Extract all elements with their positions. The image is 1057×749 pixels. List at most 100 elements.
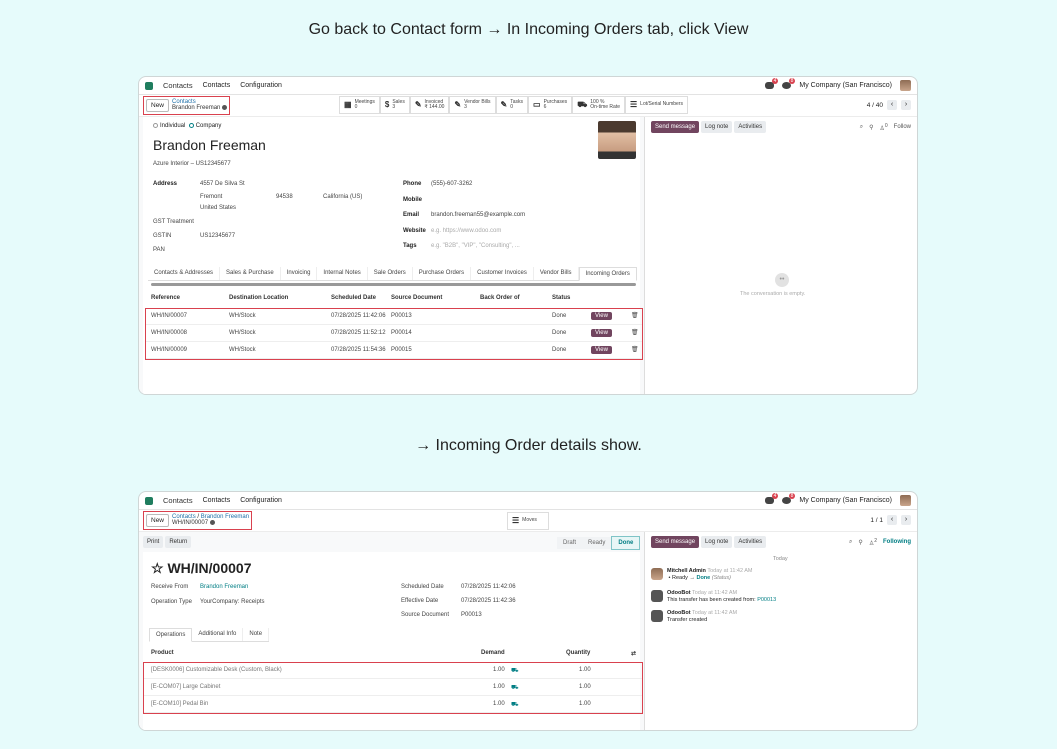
activities-button[interactable]: Activities bbox=[734, 536, 767, 548]
tab-item[interactable]: Additional Info bbox=[192, 628, 244, 641]
column-header[interactable]: Scheduled Date bbox=[331, 295, 376, 301]
email-field[interactable]: brandon.freeman55@example.com bbox=[431, 212, 525, 218]
column-header[interactable]: Demand bbox=[481, 650, 505, 656]
column-header[interactable]: Destination Location bbox=[229, 295, 288, 301]
status-done[interactable]: Done bbox=[611, 536, 641, 550]
tab-item[interactable]: Invoicing bbox=[281, 267, 318, 280]
moves-smart-button[interactable]: ☰ Moves bbox=[507, 512, 549, 530]
partner-photo[interactable] bbox=[598, 121, 636, 159]
operation-type-field[interactable]: YourCompany: Receipts bbox=[200, 599, 264, 605]
menu-contacts[interactable]: Contacts bbox=[203, 497, 231, 504]
receive-from-field[interactable]: Brandon Freeman bbox=[200, 584, 248, 590]
state-field[interactable]: California (US) bbox=[323, 194, 362, 200]
print-button[interactable]: Print bbox=[143, 536, 164, 548]
status-draft[interactable]: Draft bbox=[557, 537, 583, 549]
menu-configuration[interactable]: Configuration bbox=[240, 82, 282, 89]
effective-date-field[interactable]: 07/28/2025 11:42:36 bbox=[461, 598, 516, 604]
send-message-button[interactable]: Send message bbox=[651, 536, 700, 548]
breadcrumb-partner[interactable]: Brandon Freeman bbox=[201, 514, 249, 520]
country-field[interactable]: United States bbox=[200, 205, 236, 211]
app-name[interactable]: Contacts bbox=[163, 496, 193, 505]
status-ready[interactable]: Ready bbox=[582, 537, 612, 549]
pager-value[interactable]: 4 / 40 bbox=[867, 102, 883, 109]
search-icon[interactable]: ⌕ bbox=[849, 539, 852, 546]
followers-icon[interactable]: ♙2 bbox=[869, 538, 877, 547]
menu-contacts[interactable]: Contacts bbox=[203, 82, 231, 89]
new-button[interactable]: New bbox=[146, 513, 170, 527]
app-icon[interactable] bbox=[145, 81, 153, 90]
paperclip-icon[interactable]: ⚲ bbox=[869, 124, 873, 131]
stat-button[interactable]: ☰ Lot/Serial Numbers bbox=[625, 96, 688, 114]
company-switcher[interactable]: My Company (San Francisco) bbox=[799, 497, 892, 504]
followers-icon[interactable]: ♙0 bbox=[879, 123, 887, 132]
tags-field[interactable]: e.g. "B2B", "VIP", "Consulting", ... bbox=[431, 243, 520, 249]
user-avatar[interactable] bbox=[900, 495, 911, 506]
column-header[interactable]: Status bbox=[552, 295, 570, 301]
paperclip-icon[interactable]: ⚲ bbox=[858, 539, 862, 546]
chevron-right-icon[interactable]: › bbox=[901, 515, 911, 525]
website-field[interactable]: e.g. https://www.odoo.com bbox=[431, 228, 501, 234]
partner-name[interactable]: Brandon Freeman bbox=[153, 137, 266, 153]
column-header[interactable]: Quantity bbox=[566, 650, 590, 656]
chevron-left-icon[interactable]: ‹ bbox=[887, 100, 897, 110]
stat-button[interactable]: ⛟ 100 % On-time Rate bbox=[572, 96, 625, 114]
stat-button[interactable]: ▭ Purchases 6 bbox=[528, 96, 573, 114]
app-icon[interactable] bbox=[145, 496, 153, 505]
optional-columns-icon[interactable]: ⇄ bbox=[631, 650, 636, 657]
column-header[interactable]: Source Document bbox=[391, 295, 442, 301]
city-field[interactable]: Fremont bbox=[200, 194, 222, 200]
column-header[interactable]: Product bbox=[151, 650, 174, 656]
column-header[interactable]: Reference bbox=[151, 295, 180, 301]
activities-button[interactable]: Activities bbox=[734, 121, 767, 133]
source-document-field[interactable]: P00013 bbox=[461, 612, 482, 618]
tab-item[interactable]: Incoming Orders bbox=[578, 267, 637, 281]
stat-button[interactable]: ✎ Vendor Bills 3 bbox=[449, 96, 496, 114]
tab-item[interactable]: Operations bbox=[149, 628, 193, 642]
zip-field[interactable]: 94538 bbox=[276, 194, 293, 200]
tab-item[interactable]: Contacts & Addresses bbox=[148, 267, 221, 280]
stat-button[interactable]: ✎ Invoiced ₹ 144.00 bbox=[409, 96, 450, 114]
gear-icon[interactable] bbox=[222, 105, 228, 111]
stat-button[interactable]: ✎ Tasks 0 bbox=[495, 96, 528, 114]
messages-icon[interactable]: 4 bbox=[765, 78, 779, 89]
scheduled-date-field[interactable]: 07/28/2025 11:42:06 bbox=[461, 584, 516, 590]
stat-button[interactable]: ▦ Meetings 0 bbox=[339, 96, 380, 114]
individual-radio[interactable] bbox=[153, 123, 158, 128]
activities-icon[interactable]: 8 bbox=[782, 78, 796, 89]
star-icon[interactable]: ☆ bbox=[151, 560, 164, 576]
app-name[interactable]: Contacts bbox=[163, 81, 193, 90]
street-field[interactable]: 4557 De Silva St bbox=[200, 181, 245, 187]
pager-value[interactable]: 1 / 1 bbox=[870, 517, 883, 524]
menu-configuration[interactable]: Configuration bbox=[240, 497, 282, 504]
chevron-right-icon[interactable]: › bbox=[901, 100, 911, 110]
tab-item[interactable]: Purchase Orders bbox=[413, 267, 472, 280]
tab-item[interactable]: Sales & Purchase bbox=[220, 267, 281, 280]
send-message-button[interactable]: Send message bbox=[651, 121, 700, 133]
messages-icon[interactable]: 4 bbox=[765, 493, 779, 504]
company-radio[interactable] bbox=[188, 123, 194, 128]
search-icon[interactable]: ⌕ bbox=[860, 124, 863, 131]
tab-item[interactable]: Note bbox=[243, 628, 270, 641]
column-header[interactable]: Back Order of bbox=[480, 295, 520, 301]
tab-item[interactable]: Internal Notes bbox=[317, 267, 368, 280]
tab-item[interactable]: Sale Orders bbox=[368, 267, 413, 280]
new-button[interactable]: New bbox=[146, 98, 170, 112]
phone-field[interactable]: (555)-607-3262 bbox=[431, 181, 472, 187]
breadcrumb-contacts[interactable]: Contacts bbox=[172, 99, 227, 106]
breadcrumb-contacts[interactable]: Contacts bbox=[172, 514, 196, 520]
chevron-left-icon[interactable]: ‹ bbox=[887, 515, 897, 525]
gstin-field[interactable]: US12345677 bbox=[200, 233, 235, 239]
following-button[interactable]: Following bbox=[883, 539, 911, 545]
activities-icon[interactable]: 8 bbox=[782, 493, 796, 504]
tab-item[interactable]: Customer Invoices bbox=[471, 267, 534, 280]
tabs-scrollbar[interactable] bbox=[151, 283, 636, 286]
gear-icon[interactable] bbox=[210, 520, 216, 526]
user-avatar[interactable] bbox=[900, 80, 911, 91]
partner-company[interactable]: Azure Interior – US12345677 bbox=[153, 161, 231, 167]
return-button[interactable]: Return bbox=[165, 536, 192, 548]
source-link[interactable]: P00013 bbox=[757, 597, 776, 603]
stat-button[interactable]: $ Sales 3 bbox=[379, 96, 410, 114]
company-switcher[interactable]: My Company (San Francisco) bbox=[799, 82, 892, 89]
follow-button[interactable]: Follow bbox=[894, 124, 911, 130]
log-note-button[interactable]: Log note bbox=[701, 121, 733, 133]
